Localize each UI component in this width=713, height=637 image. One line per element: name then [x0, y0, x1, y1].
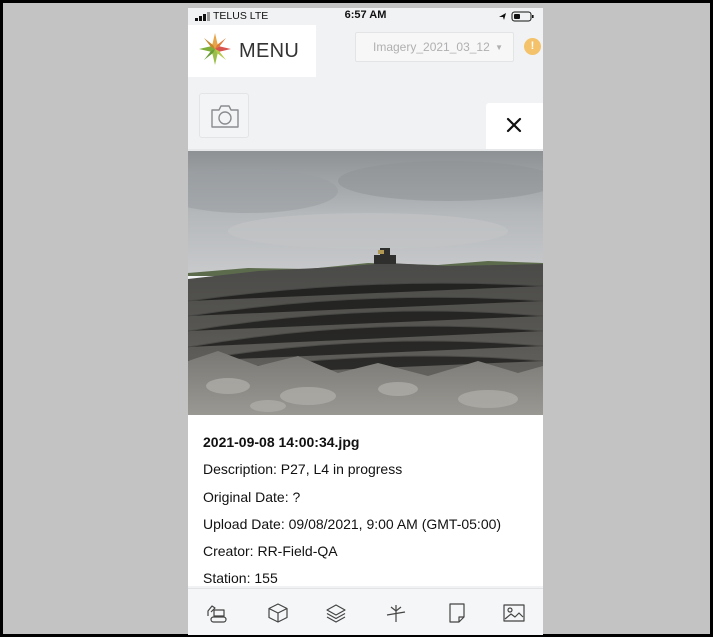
battery-icon: [499, 11, 534, 22]
phone-screen: TELUS LTE 6:57 AM MENU Imagery_2021_03_1…: [188, 8, 543, 635]
photo-original-date: Original Date: ?: [203, 489, 301, 505]
measure-tool-button[interactable]: [384, 602, 408, 624]
screenshot-frame: TELUS LTE 6:57 AM MENU Imagery_2021_03_1…: [3, 3, 710, 635]
menu-label: MENU: [239, 40, 300, 62]
layers-icon: [326, 604, 346, 623]
imagery-tool-button[interactable]: [502, 602, 526, 624]
site-photo[interactable]: [188, 151, 543, 415]
status-bar: TELUS LTE 6:57 AM: [188, 8, 543, 24]
cube-icon: [268, 603, 288, 623]
photo-image: [188, 151, 543, 415]
close-button[interactable]: [486, 103, 543, 149]
notes-tool-button[interactable]: [445, 602, 469, 624]
photo-upload-date: Upload Date: 09/08/2021, 9:00 AM (GMT-05…: [203, 516, 502, 532]
camera-button[interactable]: [199, 93, 249, 138]
photo-station: Station: 155: [203, 570, 278, 586]
camera-icon: [211, 105, 239, 128]
photo-description: Description: P27, L4 in progress: [203, 461, 403, 477]
excavator-icon: [207, 605, 227, 623]
logo-icon: [199, 33, 231, 65]
note-icon: [449, 603, 465, 623]
layers-tool-button[interactable]: [324, 602, 348, 624]
photo-filename: 2021-09-08 14:00:34.jpg: [203, 434, 360, 450]
image-icon: [503, 604, 525, 622]
bottom-toolbar: [188, 588, 543, 635]
photo-details-panel: 2021-09-08 14:00:34.jpg Description: P27…: [188, 415, 543, 586]
imagery-select[interactable]: Imagery_2021_03_12 ▼: [355, 32, 514, 62]
menu-button[interactable]: MENU: [188, 25, 316, 77]
photo-creator: Creator: RR-Field-QA: [203, 543, 338, 559]
measure-icon: [386, 605, 406, 622]
imagery-select-value: Imagery_2021_03_12: [373, 40, 490, 54]
close-icon: [506, 117, 522, 133]
3d-model-tool-button[interactable]: [266, 602, 290, 624]
excavator-tool-button[interactable]: [205, 602, 229, 624]
status-time: 6:57 AM: [344, 9, 387, 21]
alert-icon[interactable]: !: [524, 38, 541, 55]
caret-down-icon: ▼: [495, 43, 504, 52]
